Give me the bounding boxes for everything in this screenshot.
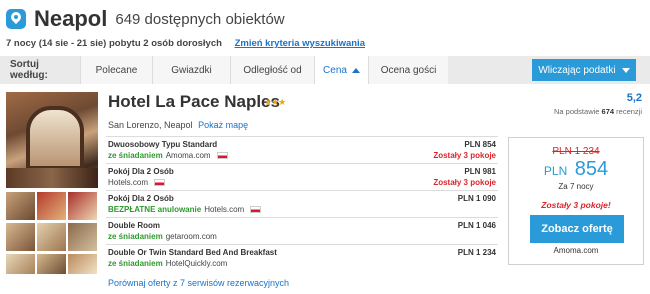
offer-row[interactable]: Double Or Twin Standard Bed And Breakfas…: [106, 244, 498, 270]
hotel-rating: 5,2: [626, 92, 642, 104]
results-count: 649 dostępnych obiektów: [115, 10, 285, 28]
hotel-thumbnail[interactable]: [6, 223, 35, 251]
hotel-thumbnail[interactable]: [6, 254, 35, 274]
price-box: PLN 1 234 PLN 854 Za 7 nocy Zostały 3 po…: [508, 137, 644, 265]
offer-row[interactable]: Pokój Dla 2 Osób BEZPŁATNE anulowanie Ho…: [106, 190, 498, 216]
hotel-stars: ★★★: [264, 97, 286, 107]
price-amount: 854: [574, 158, 609, 180]
offer-tag: ze śniadaniem: [108, 151, 163, 160]
offer-provider: Hotels.com: [108, 178, 149, 187]
offer-row[interactable]: Pokój Dla 2 Osób Hotels.com PLN 981 Zost…: [106, 163, 498, 189]
tax-toggle-label: Wliczając podatki: [538, 64, 616, 76]
rooms-left-alert: Zostały 3 pokoje!: [541, 200, 611, 210]
hotel-thumbnail[interactable]: [37, 192, 66, 220]
hotel-thumbnail[interactable]: [68, 192, 97, 220]
sort-option-rating[interactable]: Ocena gości: [368, 56, 448, 84]
offer-availability: Zostały 3 pokoje: [433, 178, 496, 187]
offer-row[interactable]: Double Room ze śniadaniem getaroom.com P…: [106, 217, 498, 243]
sort-option-price[interactable]: Cena: [314, 56, 368, 84]
offer-price: PLN 1 046: [457, 221, 496, 230]
map-pin-icon: [6, 9, 26, 29]
offer-price: PLN 1 234: [457, 248, 496, 257]
offer-tag: ze śniadaniem: [108, 232, 163, 241]
reviews-count: 674: [601, 107, 615, 116]
flag-pl-icon: [216, 152, 228, 159]
old-price: PLN 1 234: [552, 146, 600, 157]
offer-row[interactable]: Dwuosobowy Typu Standard ze śniadaniem A…: [106, 136, 498, 162]
nights-info: Za 7 nocy: [558, 182, 594, 191]
hotel-thumbnail[interactable]: [37, 223, 66, 251]
price-currency: PLN: [543, 164, 568, 178]
flag-pl-icon: [154, 179, 166, 186]
hotel-name[interactable]: Hotel La Pace Naples: [108, 92, 280, 112]
reviews-suffix: recenzji: [616, 107, 642, 116]
offer-room: Double Or Twin Standard Bed And Breakfas…: [108, 248, 277, 257]
hotel-thumbnail[interactable]: [68, 254, 97, 274]
city-title: Neapol: [34, 6, 108, 31]
offer-provider: HotelQuickly.com: [165, 259, 228, 268]
reviews-info: Na podstawie 674 recenzji: [554, 107, 642, 116]
offer-price: PLN 1 090: [457, 194, 496, 203]
offer-provider: Hotels.com: [204, 205, 245, 214]
hotel-thumbnail[interactable]: [68, 223, 97, 251]
sort-option-recommended[interactable]: Polecane: [80, 56, 152, 84]
sort-bar: Sortuj według: Polecane Gwiazdki Odległo…: [0, 56, 650, 84]
sort-ascending-icon: [351, 67, 360, 73]
location-text: San Lorenzo, Neapol: [108, 120, 193, 130]
sort-option-distance[interactable]: Odległość od: [230, 56, 314, 84]
current-price: PLN 854: [509, 158, 643, 181]
view-offer-button[interactable]: Zobacz ofertę: [530, 215, 624, 243]
offer-room: Pokój Dla 2 Osób: [108, 194, 174, 203]
offer-availability: Zostały 3 pokoje: [433, 151, 496, 160]
show-map-link[interactable]: Pokaż mapę: [198, 120, 248, 130]
offer-room: Dwuosobowy Typu Standard: [108, 140, 218, 149]
page-header: Neapol 649 dostępnych obiektów: [6, 4, 285, 34]
sort-label: Sortuj według:: [10, 59, 48, 81]
chevron-down-icon: [621, 67, 630, 73]
hotel-location: San Lorenzo, Neapol Pokaż mapę: [108, 120, 248, 130]
offer-provider: getaroom.com: [165, 232, 217, 241]
offer-provider-name: Amoma.com: [553, 246, 599, 255]
stay-info: 7 nocy (14 sie - 21 sie) pobytu 2 osób d…: [6, 38, 222, 49]
offer-price: PLN 981: [464, 167, 496, 176]
offer-room: Pokój Dla 2 Osób: [108, 167, 174, 176]
flag-pl-icon: [250, 206, 262, 213]
hotel-main-photo[interactable]: [6, 92, 98, 188]
offer-tag: BEZPŁATNE anulowanie: [108, 205, 202, 214]
hotel-thumbnail[interactable]: [37, 254, 66, 274]
sort-option-stars[interactable]: Gwiazdki: [152, 56, 230, 84]
reviews-prefix: Na podstawie: [554, 107, 600, 116]
offer-tag: ze śniadaniem: [108, 259, 163, 268]
offer-room: Double Room: [108, 221, 160, 230]
compare-offers-link[interactable]: Porównaj oferty z 7 serwisów rezerwacyjn…: [108, 278, 289, 288]
sort-option-price-label: Cena: [323, 64, 347, 76]
offer-provider: Amoma.com: [165, 151, 211, 160]
change-search-link[interactable]: Zmień kryteria wyszukiwania: [235, 38, 365, 49]
stay-info-bar: 7 nocy (14 sie - 21 sie) pobytu 2 osób d…: [6, 38, 365, 49]
tax-toggle-button[interactable]: Wliczając podatki: [532, 59, 636, 81]
hotel-thumbnail[interactable]: [6, 192, 35, 220]
offer-price: PLN 854: [464, 140, 496, 149]
